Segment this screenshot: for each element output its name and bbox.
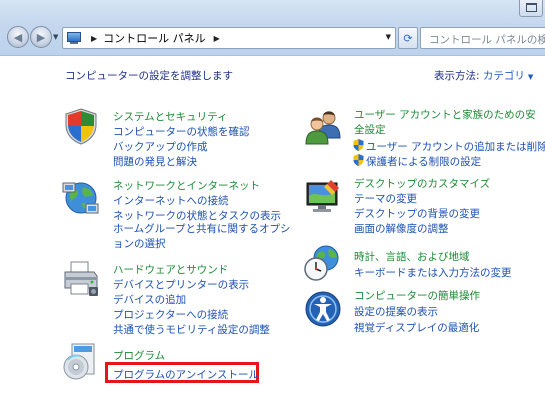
printer-icon[interactable] [62, 260, 100, 298]
breadcrumb-control-panel[interactable]: コントロール パネル [103, 30, 206, 46]
view-by-dropdown[interactable]: カテゴリ [483, 70, 525, 82]
category-title-appearance[interactable]: デスクトップのカスタマイズ [354, 176, 490, 191]
link-view-devices-printers[interactable]: デバイスとプリンターの表示 [113, 277, 249, 292]
link-network-status-tasks[interactable]: ネットワークの状態とタスクの表示 [113, 208, 281, 223]
link-connect-projector[interactable]: プロジェクターへの接続 [113, 307, 228, 322]
link-create-backup[interactable]: バックアップの作成 [113, 139, 208, 154]
programs-disc-icon[interactable] [62, 342, 100, 380]
category-title-ease-of-access[interactable]: コンピューターの簡単操作 [354, 288, 480, 303]
uac-shield-icon [353, 154, 364, 166]
chevron-down-icon[interactable]: ▼ [528, 73, 533, 81]
link-change-desktop-background[interactable]: デスクトップの背景の変更 [354, 206, 480, 221]
link-add-remove-user-accounts[interactable]: ユーザー アカウントの追加または削除 [366, 139, 545, 154]
link-uninstall-program[interactable]: プログラムのアンインストール [113, 367, 259, 382]
link-change-theme[interactable]: テーマの変更 [354, 191, 417, 206]
category-title-system-security[interactable]: システムとセキュリティ [113, 109, 228, 124]
link-add-device[interactable]: デバイスの追加 [113, 292, 186, 307]
link-optimize-visual-display[interactable]: 視覚ディスプレイの最適化 [354, 320, 479, 335]
ease-of-access-icon[interactable] [304, 290, 342, 328]
category-title-network-internet[interactable]: ネットワークとインターネット [113, 178, 260, 193]
link-find-fix-problems[interactable]: 問題の発見と解決 [113, 154, 197, 169]
users-icon[interactable] [304, 108, 342, 146]
control-panel-icon [67, 31, 83, 45]
link-let-windows-suggest-settings[interactable]: 設定の提案の表示 [354, 304, 438, 319]
forward-button[interactable]: ▶ [30, 26, 52, 48]
maximize-button[interactable] [519, 0, 543, 17]
category-title-hardware-sound[interactable]: ハードウェアとサウンド [113, 262, 228, 277]
link-change-keyboard-input[interactable]: キーボードまたは入力方法の変更 [354, 265, 512, 280]
refresh-icon: ⟳ [403, 31, 413, 45]
address-dropdown-icon[interactable]: ▼ [386, 33, 391, 41]
link-connect-internet[interactable]: インターネットへの接続 [113, 193, 229, 208]
link-adjust-mobility-settings[interactable]: 共通で使うモビリティ設定の調整 [113, 322, 270, 337]
back-arrow-icon: ◀ [13, 30, 23, 44]
link-homegroup-sharing-options[interactable]: ホームグループと共有に関するオプションの選択 [113, 222, 299, 252]
address-bar[interactable]: ▶ コントロール パネル ▶ ▼ [62, 27, 396, 49]
category-title-user-accounts[interactable]: ユーザー アカウントと家族のための安全設定 [354, 108, 536, 138]
link-adjust-screen-resolution[interactable]: 画面の解像度の調整 [354, 221, 449, 236]
forward-arrow-icon: ▶ [36, 30, 46, 44]
clock-globe-icon[interactable] [304, 244, 342, 282]
page-heading: コンピューターの設定を調整します [65, 70, 233, 82]
recent-pages-dropdown[interactable]: ▼ [53, 33, 58, 41]
monitor-paint-icon[interactable] [304, 178, 342, 216]
globe-network-icon[interactable] [62, 178, 100, 216]
breadcrumb-chevron-icon[interactable]: ▶ [91, 34, 97, 43]
uac-shield-icon [353, 139, 364, 151]
search-input[interactable]: コントロール パネルの検索 [420, 27, 545, 49]
refresh-button[interactable]: ⟳ [398, 27, 418, 49]
breadcrumb-chevron-icon[interactable]: ▶ [214, 34, 220, 43]
link-parental-controls[interactable]: 保護者による制限の設定 [366, 154, 481, 169]
category-title-clock-language-region[interactable]: 時計、言語、および地域 [354, 249, 470, 264]
navigation-bar: ◀ ▶ ▼ ▶ コントロール パネル ▶ ▼ ⟳ コントロール パネルの検索 [0, 0, 545, 56]
shield-icon[interactable] [62, 107, 100, 145]
back-button[interactable]: ◀ [7, 26, 29, 48]
view-by-control: 表示方法: カテゴリ ▼ [434, 68, 533, 83]
link-check-computer-status[interactable]: コンピューターの状態を確認 [113, 124, 250, 139]
maximize-icon [526, 3, 537, 12]
view-by-label: 表示方法: [434, 70, 480, 82]
category-title-programs[interactable]: プログラム [113, 348, 165, 363]
